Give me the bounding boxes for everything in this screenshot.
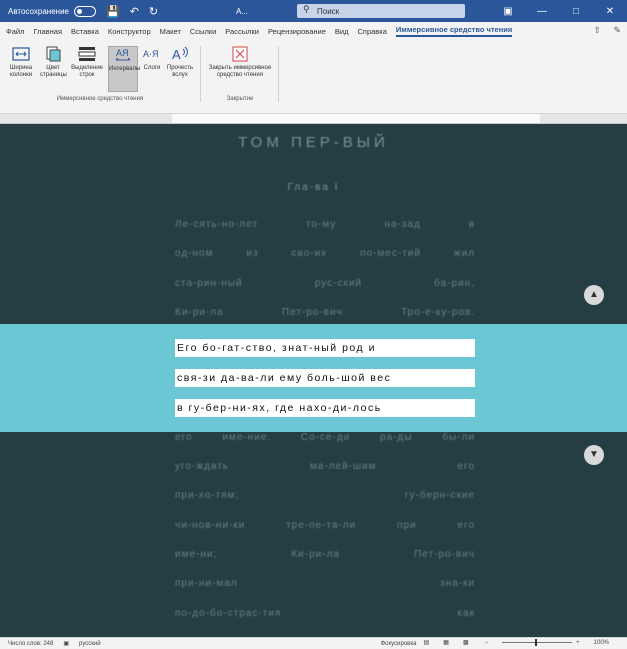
column-width-label: Ширина колонки <box>9 65 33 78</box>
text-line: при-хо-тям; гу-берн-ские <box>175 490 475 501</box>
text-line: его име-ние. Со-се-ди ра-ды бы-ли <box>175 432 475 443</box>
close-reader-label: Закрыть иммерсивное средство чтения <box>208 65 272 78</box>
text-line: Ле-сять-но-лет то-му на-зад в <box>175 219 475 230</box>
syllables-icon: А·Я <box>143 49 159 59</box>
tab-help[interactable]: Справка <box>357 27 386 36</box>
ruler-text-area <box>172 114 540 123</box>
intervals-icon: АЯ <box>115 48 131 61</box>
redo-icon[interactable]: ↻ <box>149 5 158 18</box>
read-aloud-icon: A <box>172 46 188 62</box>
document-area[interactable]: ТОМ ПЕР-ВЫЙ Гла-ва I Ле-сять-но-лет то-м… <box>0 124 627 637</box>
zoom-out-icon[interactable]: − <box>485 640 489 646</box>
focus-line: Его бо-гат-ство, знат-ный род и <box>175 339 475 357</box>
tab-home[interactable]: Главная <box>33 27 62 36</box>
ribbon-separator <box>278 46 279 102</box>
ribbon-separator <box>200 46 201 102</box>
undo-icon[interactable]: ↶ <box>130 5 139 18</box>
page-color-icon <box>46 46 61 62</box>
intervals-label: Интервалы <box>109 66 141 72</box>
text-line: уго-ждать ма-лей-шим его <box>175 461 475 472</box>
focus-mode[interactable]: Фокусировка <box>381 641 417 647</box>
focus-line: свя-зи да-ва-ли ему боль-шой вес <box>175 369 475 387</box>
svg-text:А·Я: А·Я <box>143 49 159 59</box>
save-icon[interactable]: 💾 <box>106 5 120 18</box>
document-name[interactable]: A... <box>236 7 248 16</box>
column-width-button[interactable]: Ширина колонки <box>6 46 36 79</box>
close-reader-button[interactable]: Закрыть иммерсивное средство чтения <box>208 46 272 79</box>
ribbon-tabs: Файл Главная Вставка Конструктор Макет С… <box>0 22 627 40</box>
text-line: ста-рин-ный рус-ский ба-рин, <box>175 278 475 289</box>
chevron-up-icon: ▲ <box>589 289 599 300</box>
proofing-icon[interactable]: ▣ <box>63 640 69 647</box>
minimize-icon[interactable]: — <box>525 6 559 17</box>
tab-references[interactable]: Ссылки <box>190 27 216 36</box>
ribbon-display-icon[interactable]: ▣ <box>491 6 525 17</box>
group-label-reader: Иммерсивное средство чтения <box>56 96 144 102</box>
autosave-label: Автосохранение <box>8 6 69 16</box>
page-color-button[interactable]: Цвет страницы <box>40 46 67 79</box>
text-line: од-ном из сво-их по-мес-тий жил <box>175 248 475 259</box>
comments-icon[interactable]: ✎ <box>613 25 621 35</box>
search-label: Поиск <box>317 6 340 16</box>
text-line: по-до-бо-страс-тия как <box>175 608 475 619</box>
tab-review[interactable]: Рецензирование <box>268 27 326 36</box>
title-bar: Автосохранение 💾 ↶ ↻ A... ⚲ Поиск ▣ — □ … <box>0 0 627 22</box>
read-mode-icon[interactable]: ▤ <box>424 639 430 646</box>
focus-line: в гу-бер-ни-ях, где нахо-ди-лось <box>175 399 475 417</box>
search-box[interactable]: ⚲ Поиск <box>297 4 465 18</box>
text-line: име-ни; Ки-ри-ла Пет-ро-вич <box>175 549 475 560</box>
intervals-button[interactable]: АЯ Интервалы <box>108 46 141 92</box>
zoom-level[interactable]: 100% <box>594 640 609 646</box>
tab-mailings[interactable]: Рассылки <box>225 27 259 36</box>
text-line: чи-нов-ни-ки тре-пе-та-ли при его <box>175 520 475 531</box>
close-icon[interactable]: ✕ <box>593 6 627 17</box>
chapter-heading: Гла-ва I <box>287 182 340 193</box>
zoom-control: ▤ ▦ ▩ − + 100% <box>424 639 619 646</box>
maximize-icon[interactable]: □ <box>559 6 593 17</box>
close-reader-icon <box>232 46 248 62</box>
syllables-button[interactable]: А·Я Слоги <box>140 46 164 72</box>
svg-text:A: A <box>172 47 181 62</box>
syllables-label: Слоги <box>143 65 161 71</box>
word-count[interactable]: Число слов: 248 <box>8 641 53 647</box>
chevron-down-icon: ▼ <box>589 449 599 460</box>
web-layout-icon[interactable]: ▩ <box>463 639 469 646</box>
column-width-icon <box>12 47 30 61</box>
group-label-close: Закрытие <box>226 96 254 102</box>
tab-insert[interactable]: Вставка <box>71 27 99 36</box>
line-focus-button[interactable]: Выделение строк <box>70 46 104 79</box>
autosave-toggle[interactable] <box>73 5 96 17</box>
document-heading: ТОМ ПЕР-ВЫЙ <box>238 134 389 151</box>
tab-view[interactable]: Вид <box>335 27 349 36</box>
previous-line-button[interactable]: ▲ <box>584 285 604 305</box>
svg-text:АЯ: АЯ <box>116 48 129 58</box>
search-icon: ⚲ <box>303 4 310 14</box>
page-color-label: Цвет страницы <box>40 65 67 78</box>
line-focus-label: Выделение строк <box>71 65 103 78</box>
zoom-in-icon[interactable]: + <box>576 640 580 646</box>
language[interactable]: русский <box>79 641 101 647</box>
status-bar: Число слов: 248 ▣ русский Фокусировка ▤ … <box>0 637 627 649</box>
share-icon[interactable]: ⇧ <box>593 25 601 35</box>
tab-file[interactable]: Файл <box>6 27 24 36</box>
read-aloud-button[interactable]: A Прочесть вслух <box>166 46 194 79</box>
print-layout-icon[interactable]: ▦ <box>443 639 449 646</box>
tab-layout[interactable]: Макет <box>160 27 181 36</box>
text-line: при-ни-мал зна-ки <box>175 578 475 589</box>
text-line: Ки-ри-ла Пет-ро-вич Тро-е-ку-ров. <box>175 307 475 318</box>
ribbon: Ширина колонки Цвет страницы Выделение с… <box>0 40 627 114</box>
next-line-button[interactable]: ▼ <box>584 445 604 465</box>
tab-design[interactable]: Конструктор <box>108 27 151 36</box>
line-focus-icon <box>78 47 96 61</box>
zoom-slider[interactable] <box>502 639 573 646</box>
tab-immersive-reader[interactable]: Иммерсивное средство чтения <box>395 25 513 37</box>
read-aloud-label: Прочесть вслух <box>166 65 194 78</box>
ruler[interactable] <box>0 114 627 124</box>
autosave[interactable]: Автосохранение <box>8 5 96 17</box>
